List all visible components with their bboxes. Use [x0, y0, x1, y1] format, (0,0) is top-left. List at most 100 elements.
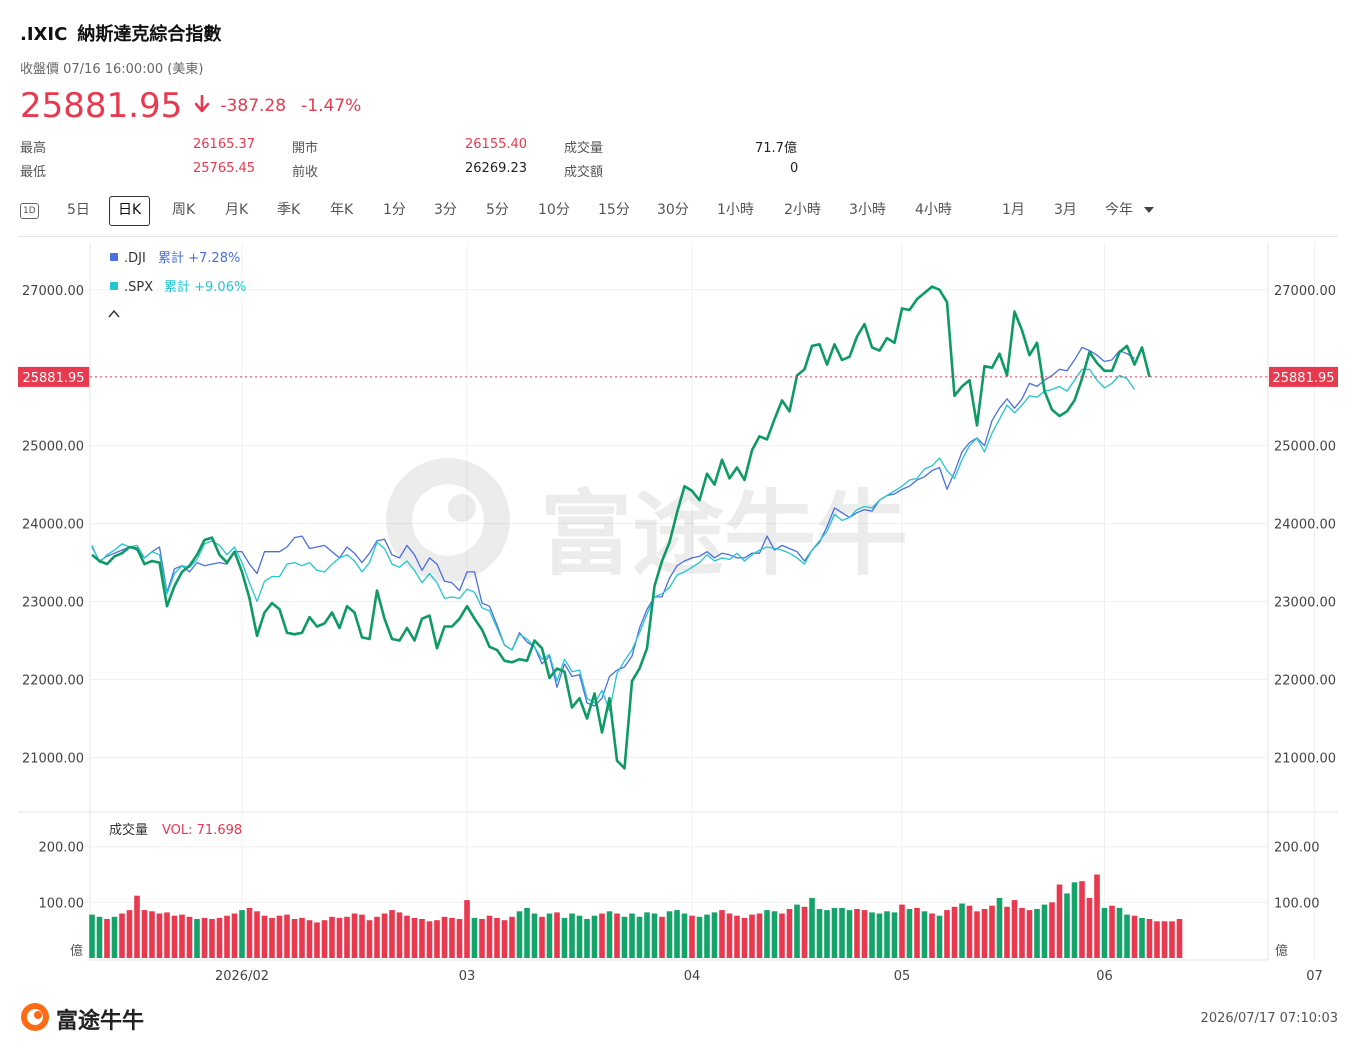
volume-bar — [666, 911, 673, 958]
watermark-text: 富途牛牛 — [540, 481, 908, 588]
volume-bar — [156, 913, 163, 958]
y-tick-label-right: 27000.00 — [1274, 284, 1336, 299]
volume-bar — [419, 919, 425, 958]
volume-bar — [779, 913, 785, 958]
volume-bar — [1161, 921, 1168, 958]
volume-bar — [164, 912, 170, 958]
volume-bar — [359, 914, 365, 958]
volume-bar — [696, 916, 703, 958]
spx-legend-value: 累計 +9.06% — [164, 279, 246, 295]
volume-bar — [96, 916, 103, 958]
volume-bar — [186, 916, 193, 958]
volume-bar — [336, 917, 343, 958]
volume-bar — [689, 915, 695, 958]
volume-bar — [291, 919, 298, 958]
spx-legend-name: .SPX — [124, 280, 153, 295]
volume-bar — [966, 905, 973, 958]
volume-bar — [1169, 921, 1175, 958]
volume-bar — [854, 909, 860, 958]
volume-bar — [1071, 882, 1078, 958]
volume-bar — [449, 917, 455, 958]
volume-bar — [914, 907, 920, 958]
y-tick-label-right: 24000.00 — [1274, 518, 1336, 533]
volume-bar — [599, 913, 605, 958]
volume-bar — [584, 919, 590, 958]
volume-bar — [486, 915, 493, 958]
volume-bar — [411, 917, 418, 958]
volume-bar — [261, 915, 268, 958]
volume-bar — [389, 910, 395, 958]
x-tick-label: 07 — [1306, 969, 1323, 984]
volume-bar — [554, 912, 560, 958]
volume-bar — [846, 910, 853, 958]
volume-bar — [381, 913, 388, 958]
volume-bar — [404, 915, 410, 958]
volume-bar — [119, 913, 125, 958]
volume-bar — [764, 910, 770, 958]
volume-bar — [621, 916, 628, 958]
volume-bar — [719, 910, 725, 958]
volume-bar — [276, 915, 283, 958]
chart-canvas[interactable]: 富途牛牛 21000.00 21000.00 22000.00 22000.00 230… — [0, 0, 1358, 1050]
volume-bar — [831, 907, 838, 958]
volume-bar — [216, 917, 223, 958]
volume-bar — [1101, 907, 1108, 958]
volume-bar — [321, 920, 328, 958]
volume-bar — [704, 914, 710, 958]
watermark: 富途牛牛 — [386, 458, 908, 588]
volume-bar — [1011, 900, 1018, 958]
y-tick-label-left: 22000.00 — [22, 673, 84, 688]
volume-bar — [726, 913, 733, 958]
volume-tick-label-right: 100.00 — [1274, 896, 1320, 911]
volume-bar — [306, 920, 313, 958]
volume-bar — [1094, 874, 1100, 958]
volume-bar — [1146, 919, 1153, 958]
volume-bar — [636, 916, 643, 958]
volume-bar — [659, 916, 665, 958]
collapse-icon[interactable] — [108, 309, 120, 318]
volume-bar — [899, 904, 905, 958]
volume-bar — [141, 910, 148, 958]
volume-bar — [456, 919, 463, 958]
volume-bar — [989, 905, 995, 958]
volume-bar — [681, 913, 688, 958]
dji-legend-value: 累計 +7.28% — [158, 250, 240, 266]
volume-bar — [254, 911, 260, 958]
volume-bar — [314, 922, 320, 958]
volume-bar — [434, 920, 440, 958]
volume-bar — [1079, 881, 1085, 958]
volume-bar — [629, 913, 635, 958]
y-tick-label-right: 23000.00 — [1274, 596, 1336, 611]
volume-bar — [441, 916, 448, 958]
volume-tick-label-left: 200.00 — [39, 841, 85, 856]
volume-bar — [1056, 884, 1063, 958]
x-tick-label: 04 — [684, 969, 701, 984]
volume-unit-right: 億 — [1275, 943, 1288, 959]
volume-bar — [179, 914, 185, 958]
x-tick-label: 06 — [1096, 969, 1113, 984]
y-tick-label-left: 24000.00 — [22, 518, 84, 533]
volume-bar — [1116, 907, 1123, 958]
volume-bar — [951, 906, 958, 958]
volume-bar — [1034, 909, 1040, 958]
volume-bar — [1176, 919, 1183, 958]
volume-bar — [531, 913, 538, 958]
volume-bar — [524, 907, 530, 958]
dji-legend-name: .DJI — [124, 251, 146, 266]
volume-bar — [209, 919, 215, 958]
price-tag-left: 25881.95 — [22, 371, 84, 386]
volume-bar — [756, 913, 763, 958]
volume-bar — [194, 919, 200, 958]
volume-bar — [644, 912, 650, 958]
volume-bar — [711, 912, 718, 958]
volume-bar — [539, 916, 545, 958]
volume-bar — [104, 919, 110, 958]
volume-bar — [1154, 921, 1160, 958]
volume-bar — [1086, 897, 1093, 958]
volume-bar — [921, 911, 928, 958]
y-tick-label-left: 23000.00 — [22, 596, 84, 611]
volume-bar — [614, 913, 620, 958]
volume-bar — [366, 920, 373, 958]
volume-bar — [396, 912, 403, 958]
volume-bar — [1109, 905, 1115, 958]
